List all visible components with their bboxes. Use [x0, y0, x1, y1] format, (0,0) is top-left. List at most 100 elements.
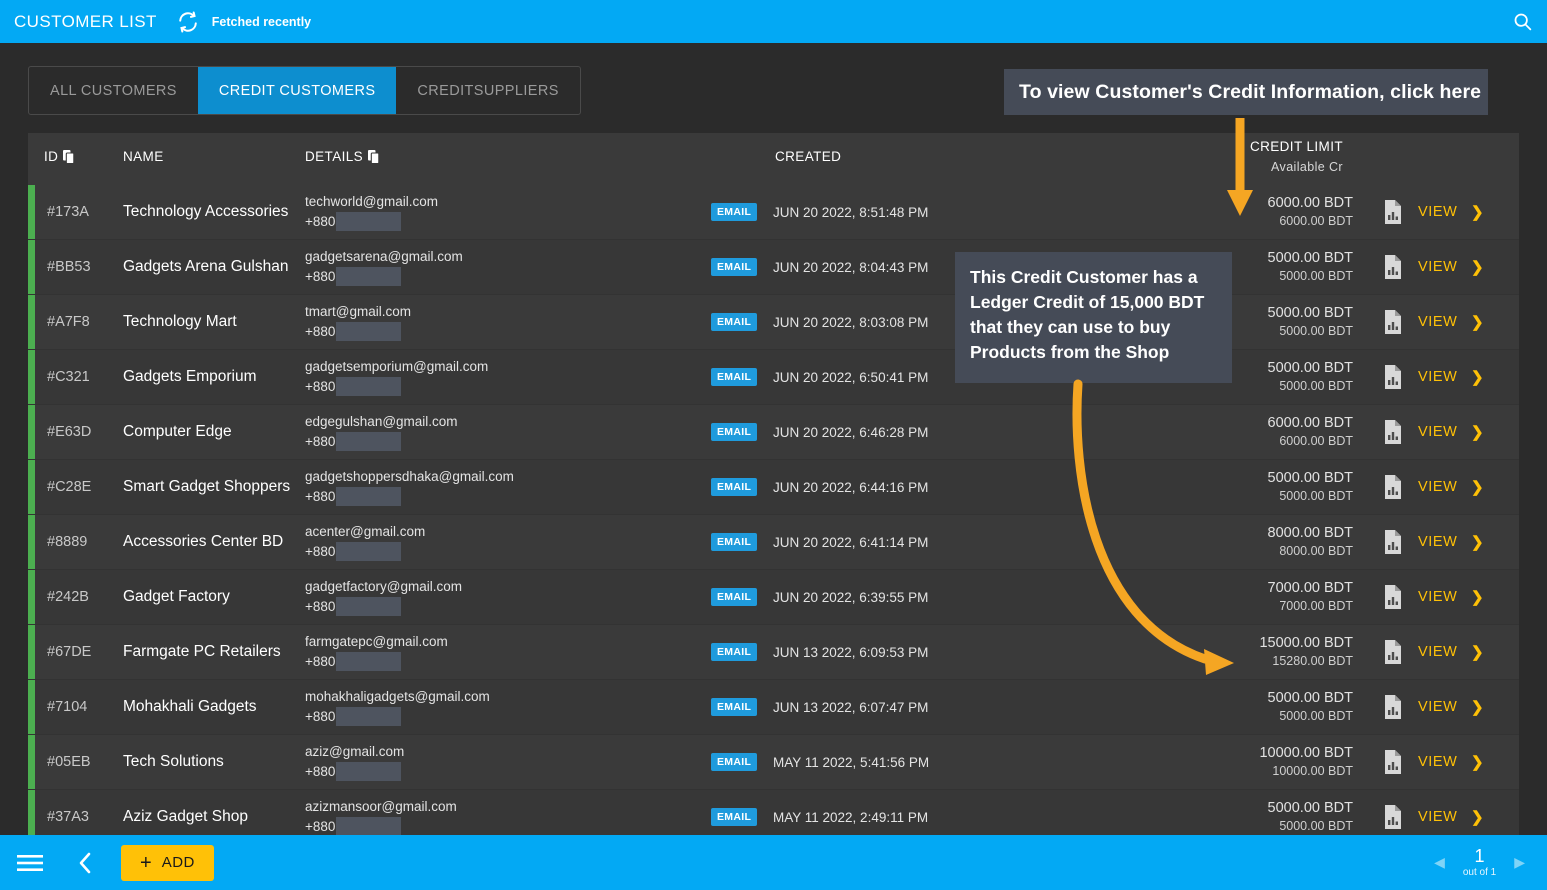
email-badge[interactable]: EMAIL: [711, 753, 758, 771]
cell-created: JUN 13 2022, 6:07:47 PM: [773, 699, 929, 715]
chevron-right-icon[interactable]: ❯: [1471, 368, 1484, 386]
email-badge[interactable]: EMAIL: [711, 533, 758, 551]
cell-email[interactable]: farmgatepc@gmail.com: [305, 633, 705, 650]
search-icon[interactable]: [1497, 0, 1547, 43]
chart-report-icon[interactable]: [1383, 695, 1405, 719]
chart-report-icon[interactable]: [1383, 805, 1405, 829]
cell-credit: 6000.00 BDT 6000.00 BDT: [1138, 194, 1353, 230]
view-link[interactable]: VIEW: [1418, 644, 1457, 660]
hamburger-menu-icon[interactable]: [13, 846, 47, 880]
cell-created: JUN 20 2022, 8:51:48 PM: [773, 204, 929, 220]
cell-email[interactable]: tmart@gmail.com: [305, 303, 705, 320]
chevron-right-icon[interactable]: ❯: [1471, 698, 1484, 716]
chevron-left-icon[interactable]: [71, 849, 99, 877]
next-page-icon[interactable]: ▶: [1514, 854, 1525, 871]
email-badge[interactable]: EMAIL: [711, 808, 758, 826]
chevron-right-icon[interactable]: ❯: [1471, 423, 1484, 441]
prev-page-icon[interactable]: ◀: [1434, 854, 1445, 871]
chart-report-icon[interactable]: [1383, 750, 1405, 774]
chart-report-icon[interactable]: [1383, 310, 1405, 334]
cell-id: #E63D: [47, 424, 92, 440]
table-row[interactable]: #C321 Gadgets Emporium gadgetsemporium@gma…: [28, 350, 1519, 405]
table-row[interactable]: #173A Technology Accessories techworld@gma…: [28, 185, 1519, 240]
chart-report-icon[interactable]: [1383, 365, 1405, 389]
table-row[interactable]: #E63D Computer Edge edgegulshan@gmail.com +…: [28, 405, 1519, 460]
chevron-right-icon[interactable]: ❯: [1471, 478, 1484, 496]
cell-email[interactable]: gadgetsarena@gmail.com: [305, 248, 705, 265]
refresh-icon[interactable]: [177, 10, 199, 33]
view-link[interactable]: VIEW: [1418, 754, 1457, 770]
email-badge[interactable]: EMAIL: [711, 203, 758, 221]
cell-details: aziz@gmail.com +880: [305, 743, 705, 781]
available-credit-value: 15280.00 BDT: [1272, 654, 1353, 668]
chart-report-icon[interactable]: [1383, 475, 1405, 499]
cell-email[interactable]: edgegulshan@gmail.com: [305, 413, 705, 430]
table-row[interactable]: #242B Gadget Factory gadgetfactory@gmail.c…: [28, 570, 1519, 625]
chart-report-icon[interactable]: [1383, 530, 1405, 554]
email-badge[interactable]: EMAIL: [711, 698, 758, 716]
email-badge[interactable]: EMAIL: [711, 368, 758, 386]
chevron-right-icon[interactable]: ❯: [1471, 808, 1484, 826]
view-link[interactable]: VIEW: [1418, 259, 1457, 275]
email-badge[interactable]: EMAIL: [711, 643, 758, 661]
cell-email[interactable]: aziz@gmail.com: [305, 743, 705, 760]
chevron-right-icon[interactable]: ❯: [1471, 643, 1484, 661]
table-row[interactable]: #8889 Accessories Center BD acenter@gmail.…: [28, 515, 1519, 570]
table-row[interactable]: #67DE Farmgate PC Retailers farmgatepc@gma…: [28, 625, 1519, 680]
chevron-right-icon[interactable]: ❯: [1471, 533, 1484, 551]
cell-id: #05EB: [47, 754, 91, 770]
view-link[interactable]: VIEW: [1418, 369, 1457, 385]
copy-icon[interactable]: [368, 149, 380, 164]
chart-report-icon[interactable]: [1383, 255, 1405, 279]
add-button[interactable]: + ADD: [121, 844, 214, 881]
view-link[interactable]: VIEW: [1418, 699, 1457, 715]
tab-credit-suppliers[interactable]: CREDITSUPPLIERS: [396, 67, 579, 114]
cell-email[interactable]: mohakhaligadgets@gmail.com: [305, 688, 705, 705]
view-link[interactable]: VIEW: [1418, 589, 1457, 605]
email-badge[interactable]: EMAIL: [711, 313, 758, 331]
cell-email[interactable]: gadgetsemporium@gmail.com: [305, 358, 705, 375]
row-accent-bar: [28, 185, 35, 239]
chart-report-icon[interactable]: [1383, 420, 1405, 444]
chart-report-icon[interactable]: [1383, 585, 1405, 609]
table-row[interactable]: #7104 Mohakhali Gadgets mohakhaligadgets@g…: [28, 680, 1519, 735]
cell-email[interactable]: gadgetfactory@gmail.com: [305, 578, 705, 595]
column-header-id: ID: [44, 149, 75, 164]
cell-email[interactable]: acenter@gmail.com: [305, 523, 705, 540]
tab-credit-customers[interactable]: CREDIT CUSTOMERS: [197, 67, 397, 114]
view-link[interactable]: VIEW: [1418, 424, 1457, 440]
email-badge[interactable]: EMAIL: [711, 258, 758, 276]
view-link[interactable]: VIEW: [1418, 314, 1457, 330]
chevron-right-icon[interactable]: ❯: [1471, 753, 1484, 771]
chevron-right-icon[interactable]: ❯: [1471, 203, 1484, 221]
cell-email[interactable]: techworld@gmail.com: [305, 193, 705, 210]
cell-name: Gadgets Arena Gulshan: [123, 258, 289, 275]
cell-email[interactable]: gadgetshoppersdhaka@gmail.com: [305, 468, 705, 485]
email-badge[interactable]: EMAIL: [711, 588, 758, 606]
chevron-right-icon[interactable]: ❯: [1471, 588, 1484, 606]
view-link[interactable]: VIEW: [1418, 479, 1457, 495]
table-row[interactable]: #BB53 Gadgets Arena Gulshan gadgetsarena@g…: [28, 240, 1519, 295]
chart-report-icon[interactable]: [1383, 640, 1405, 664]
cell-id: #7104: [47, 699, 88, 715]
copy-icon[interactable]: [63, 149, 75, 164]
tab-all-customers[interactable]: ALL CUSTOMERS: [29, 67, 198, 114]
phone-prefix: +880: [305, 324, 336, 339]
chevron-right-icon[interactable]: ❯: [1471, 313, 1484, 331]
customer-table: ID NAME DETAILS CREATED CREDIT LIMIT Ava…: [28, 133, 1519, 835]
email-badge[interactable]: EMAIL: [711, 423, 758, 441]
cell-phone: +880: [305, 377, 705, 396]
table-row[interactable]: #A7F8 Technology Mart tmart@gmail.com +880 E…: [28, 295, 1519, 350]
table-row[interactable]: #37A3 Aziz Gadget Shop azizmansoor@gmail.c…: [28, 790, 1519, 835]
row-accent-bar: [28, 735, 35, 789]
cell-email[interactable]: azizmansoor@gmail.com: [305, 798, 705, 815]
view-link[interactable]: VIEW: [1418, 534, 1457, 550]
chart-report-icon[interactable]: [1383, 200, 1405, 224]
email-badge[interactable]: EMAIL: [711, 478, 758, 496]
table-row[interactable]: #05EB Tech Solutions aziz@gmail.com +880 EMA…: [28, 735, 1519, 790]
view-link[interactable]: VIEW: [1418, 204, 1457, 220]
table-row[interactable]: #C28E Smart Gadget Shoppers gadgetshoppers…: [28, 460, 1519, 515]
view-link[interactable]: VIEW: [1418, 809, 1457, 825]
cell-id: #242B: [47, 589, 89, 605]
chevron-right-icon[interactable]: ❯: [1471, 258, 1484, 276]
